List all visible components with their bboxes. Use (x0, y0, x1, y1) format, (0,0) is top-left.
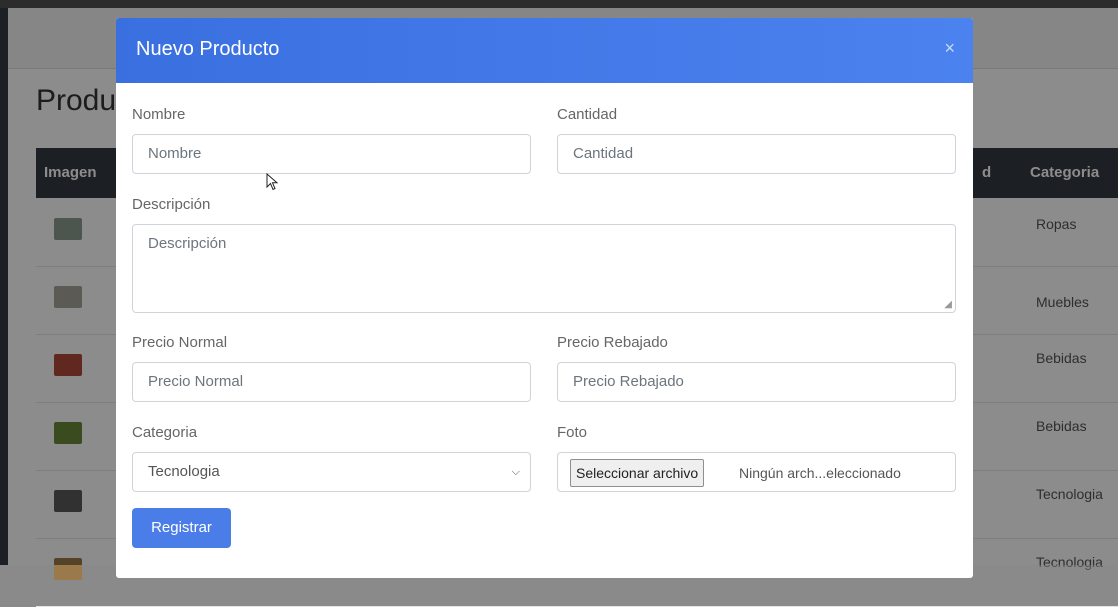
categoria-selected-value: Tecnologia (148, 463, 220, 480)
registrar-button[interactable]: Registrar (132, 508, 231, 548)
file-status-text: Ningún arch...eleccionado (739, 465, 901, 481)
descripcion-textarea[interactable]: Descripción ◢ (132, 224, 956, 313)
modal-header: Nuevo Producto × (116, 18, 973, 83)
foto-file-input[interactable]: Seleccionar archivo Ningún arch...elecci… (557, 452, 956, 492)
nombre-input[interactable]: Nombre (132, 134, 531, 174)
precio-normal-input[interactable]: Precio Normal (132, 362, 531, 402)
modal-title: Nuevo Producto (136, 38, 280, 60)
chevron-down-icon: ⌵ (511, 466, 520, 478)
categoria-select[interactable]: Tecnologia ⌵ (132, 452, 531, 492)
foto-label: Foto (557, 424, 588, 441)
categoria-label: Categoria (132, 424, 198, 441)
precio-normal-label: Precio Normal (132, 334, 228, 351)
mouse-cursor-icon (266, 173, 279, 191)
cantidad-label: Cantidad (557, 106, 618, 123)
window-top-strip (0, 0, 1118, 8)
precio-rebajado-label: Precio Rebajado (557, 334, 668, 351)
descripcion-label: Descripción (132, 196, 211, 213)
close-icon[interactable]: × (944, 39, 955, 57)
new-product-modal: Nuevo Producto × Nombre Nombre Cantidad … (116, 18, 973, 578)
descripcion-placeholder: Descripción (148, 235, 227, 252)
choose-file-button[interactable]: Seleccionar archivo (570, 459, 705, 487)
nombre-label: Nombre (132, 106, 186, 123)
resize-grip-icon[interactable]: ◢ (944, 299, 952, 310)
precio-rebajado-input[interactable]: Precio Rebajado (557, 362, 956, 402)
cantidad-input[interactable]: Cantidad (557, 134, 956, 174)
